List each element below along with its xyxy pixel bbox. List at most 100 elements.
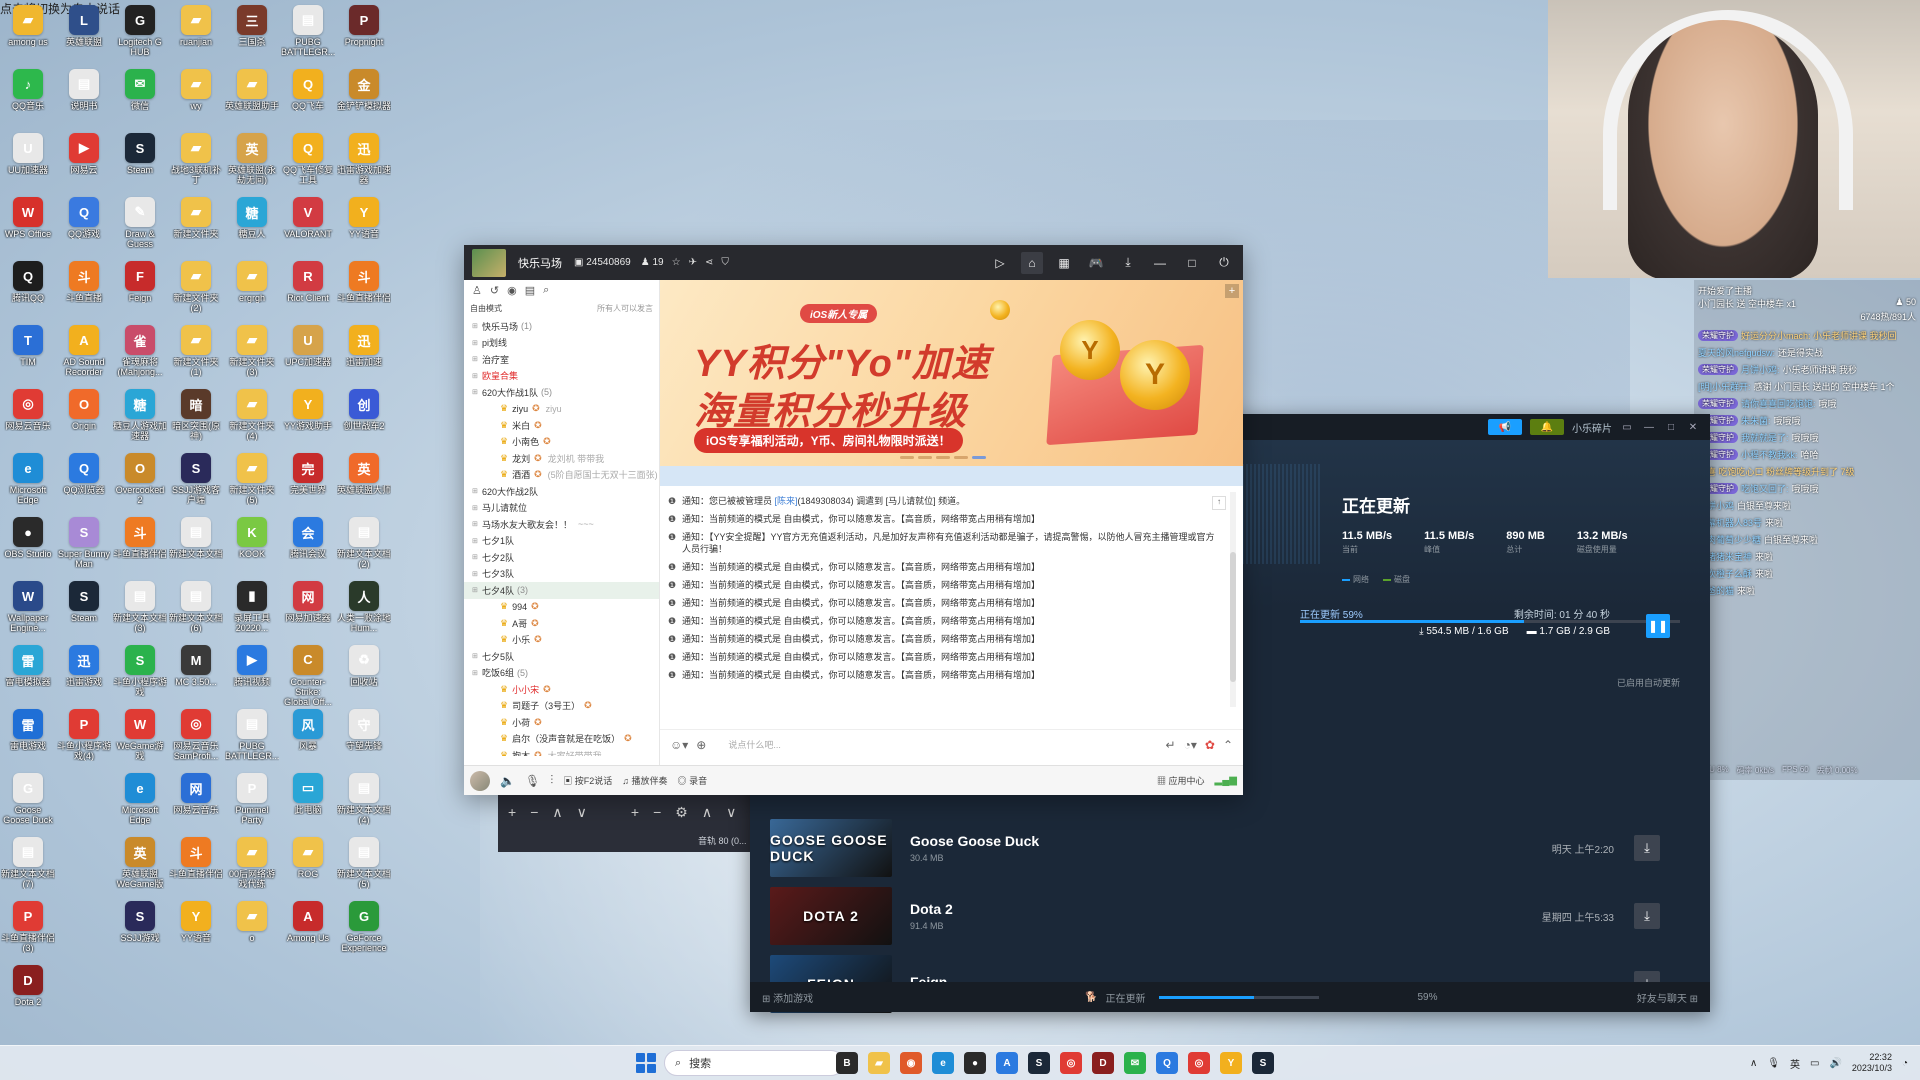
power-icon[interactable]: ⏻ (1213, 252, 1235, 274)
minimize-icon[interactable]: — (1149, 252, 1171, 274)
expand-icon[interactable]: ⊞ (472, 669, 482, 677)
speech-icon[interactable]: ◔▾ (1184, 738, 1197, 752)
desktop-icon[interactable]: ▰ 新建文件夹 (2) (168, 258, 224, 322)
desktop-icon[interactable]: ▤ 新建文本文档 (4) (336, 770, 392, 834)
channel-member[interactable]: ♛ 龙刘 ✪ 龙刘机 带带我 (464, 450, 659, 467)
desktop-icon[interactable]: ▰ 新建文件夹 (1) (168, 322, 224, 386)
remove-icon[interactable]: − (530, 804, 538, 821)
share-icon[interactable]: ⋖ (705, 257, 713, 268)
source-down-icon[interactable]: ∨ (726, 804, 736, 821)
start-button[interactable] (636, 1053, 656, 1073)
clock[interactable]: 22:32 2023/10/3 (1852, 1052, 1892, 1074)
star-icon[interactable]: ☆ (672, 257, 681, 268)
game-thumbnail[interactable]: GOOSE GOOSE DUCK (770, 819, 892, 877)
channel-member[interactable]: ♛ 994 ✪ (464, 599, 659, 616)
desktop-icon[interactable]: U UU加速器 (0, 130, 56, 194)
expand-icon[interactable]: ⊞ (472, 553, 482, 561)
game-name[interactable]: Goose Goose Duck (910, 833, 1039, 849)
desktop-icon[interactable]: ▮ 录屏工具20220... (224, 578, 280, 642)
desktop-icon[interactable]: 迅迅雷游戏 (56, 642, 112, 706)
desktop-icon[interactable]: ▰ 英雄联盟助手 (224, 66, 280, 130)
desktop-icon[interactable]: 斗斗鱼直播 (56, 258, 112, 322)
desktop-icon[interactable]: ▰ ROG (280, 834, 336, 898)
chevron-up-icon[interactable]: ∧ (1750, 1058, 1757, 1069)
channel-item[interactable]: ⊞ 马儿请就位 (464, 500, 659, 517)
desktop-icon[interactable]: P Pummel Party (224, 770, 280, 834)
maximize-icon[interactable]: □ (1664, 422, 1678, 433)
desktop-icon[interactable]: ◎ 网易云音乐 SamProfi... (168, 706, 224, 770)
app-center-button[interactable]: ▦ 应用中心 (1157, 774, 1205, 787)
desktop-icon[interactable]: Q QQ游戏 (56, 194, 112, 258)
location-icon[interactable]: ◉ (507, 284, 517, 297)
channel-item[interactable]: ⊞ pi划线 (464, 335, 659, 352)
channel-item[interactable]: ⊞ 七夕1队 (464, 533, 659, 550)
desktop-icon[interactable]: G Goose Goose Duck (0, 770, 56, 834)
maximize-icon[interactable]: □ (1181, 252, 1203, 274)
expand-icon[interactable]: ⊞ (472, 586, 482, 594)
enter-icon[interactable]: ↵ (1166, 738, 1176, 752)
home-icon[interactable]: ⌂ (1021, 251, 1043, 274)
friends-chat-button[interactable]: 好友与聊天 ⊞ (1637, 990, 1698, 1005)
desktop-icon[interactable]: 斗斗鱼直播伴侣 (168, 834, 224, 898)
desktop-icon[interactable]: 金金铲铲模拟器 (336, 66, 392, 130)
desktop-icon[interactable]: ▶ 网易云 (56, 130, 112, 194)
desktop-icon[interactable]: e Microsoft Edge (112, 770, 168, 834)
desktop-icon[interactable]: 网网易云音乐 (168, 770, 224, 834)
desktop-icon[interactable]: S Steam (56, 578, 112, 642)
desktop-icon[interactable]: Q QQ飞车 (280, 66, 336, 130)
channel-member[interactable]: ♛ A哥 ✪ (464, 615, 659, 632)
desktop-icon[interactable]: 斗斗鱼直播伴侣 (336, 258, 392, 322)
desktop-icon[interactable]: 暗暗区突围(原神) (168, 386, 224, 450)
remove-source-icon[interactable]: − (653, 804, 661, 821)
taskbar-app-chrome[interactable]: ◉ (900, 1052, 922, 1074)
message-scrollbar[interactable] (1230, 492, 1236, 707)
expand-icon[interactable]: ⊞ (472, 570, 482, 578)
collapse-icon[interactable]: ⤓ (1117, 252, 1139, 274)
desktop-icon[interactable]: 创创世战车2 (336, 386, 392, 450)
pager-dot[interactable] (900, 456, 914, 459)
desktop-icon[interactable]: Q 腾讯QQ (0, 258, 56, 322)
desktop-icon[interactable]: S 斗鱼小程序游戏 (112, 642, 168, 706)
channel-item[interactable]: ⊞ 快乐马场 (1) (464, 318, 659, 335)
steam-icon[interactable]: S (1252, 1052, 1274, 1074)
desktop-icon[interactable]: ◎ 网易云音乐 (0, 386, 56, 450)
desktop-icon[interactable]: Y YY语音 (336, 194, 392, 258)
desktop-icon[interactable]: D Dota 2 (0, 962, 56, 1026)
desktop-icon[interactable]: U UPC加速器 (280, 322, 336, 386)
desktop-icon[interactable]: M MC 3.50... (168, 642, 224, 706)
banner-pager[interactable] (900, 456, 986, 459)
wechat-icon[interactable]: ✉ (1124, 1052, 1146, 1074)
channel-member[interactable]: ♛ 小小宋 ✪ (464, 681, 659, 698)
desktop-icon[interactable]: K KOOK (224, 514, 280, 578)
desktop-icon[interactable]: 三三国杀 (224, 2, 280, 66)
press-to-talk-button[interactable]: ▣ 按F2说话 (563, 774, 612, 787)
desktop-icon[interactable]: S Steam (112, 130, 168, 194)
close-icon[interactable]: ✕ (1686, 422, 1700, 433)
channel-item[interactable]: ⊞ 七夕5队 (464, 648, 659, 665)
expand-icon[interactable]: ⊞ (472, 537, 482, 545)
desktop-icon[interactable]: Y YY语音 (168, 898, 224, 962)
qq-browser-icon[interactable]: Q (1156, 1052, 1178, 1074)
desktop-icon[interactable]: ▰ 新建文件夹 (168, 194, 224, 258)
desktop-icon[interactable]: 雷雷电模拟器 (0, 642, 56, 706)
channel-item[interactable]: ⊞ 620大作战1队 (5) (464, 384, 659, 401)
record-button[interactable]: ◎ 录音 (678, 774, 708, 787)
channel-member[interactable]: ♛ 司题子（3号王） ✪ (464, 698, 659, 715)
desktop-icon[interactable]: S Super Bunny Man (56, 514, 112, 578)
download-item[interactable]: DOTA 2 Dota 2 91.4 MB 星期四 上午5:33 ⤓ (770, 882, 1670, 950)
emoji-icon[interactable]: ☺▾ (670, 738, 688, 752)
desktop-icon[interactable]: ▰ 00后网络游戏代练 (224, 834, 280, 898)
mic-icon[interactable]: 🎙 (525, 774, 540, 788)
desktop-icon[interactable]: 网网易加速器 (280, 578, 336, 642)
pause-button[interactable]: ❚❚ (1646, 614, 1670, 638)
app-store-icon[interactable]: A (996, 1052, 1018, 1074)
expand-icon[interactable]: ⊞ (472, 372, 482, 380)
desktop-icon[interactable]: S SSJJ游戏客户端 (168, 450, 224, 514)
shield-icon[interactable]: ⛉ (721, 257, 729, 268)
mic-icon[interactable]: 🎙 (1767, 1058, 1780, 1069)
desktop-icon[interactable]: 迅迅雷加速 (336, 322, 392, 386)
desktop-icon[interactable]: 雀雀魂麻将 (Mahjong... (112, 322, 168, 386)
desktop-icon[interactable]: 迅迅雷游戏加速器 (336, 130, 392, 194)
minimize-icon[interactable]: — (1642, 422, 1656, 433)
layout-icon[interactable]: ▦ (1053, 252, 1075, 274)
